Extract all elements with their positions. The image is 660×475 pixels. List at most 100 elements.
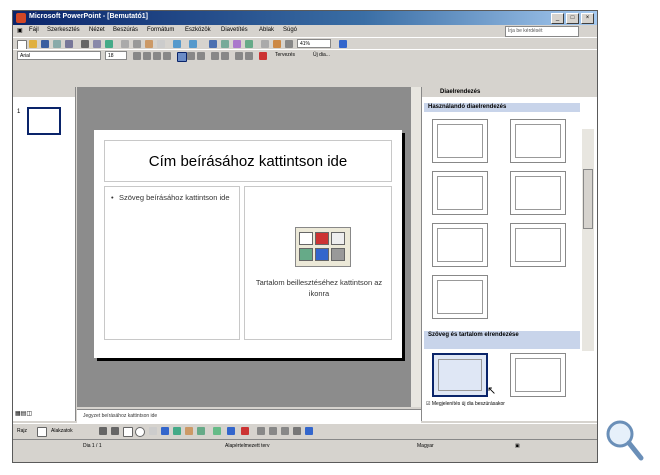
zoom-select[interactable]: 41% — [297, 39, 331, 48]
bold-icon[interactable] — [133, 52, 141, 60]
menu-doc-icon[interactable]: ▣ — [17, 27, 23, 34]
layout-text-content-selected[interactable] — [432, 353, 488, 397]
layout-two-content[interactable] — [510, 171, 566, 215]
draw-menu-button[interactable]: Rajz — [17, 428, 27, 434]
new-slide-button[interactable]: Új dia... — [313, 52, 330, 58]
save-icon[interactable] — [41, 40, 49, 48]
clipart-tool-icon[interactable] — [185, 427, 193, 435]
show-on-insert-checkbox[interactable]: ☑ Megjelenítés új dia beszúrásakor — [426, 401, 505, 407]
notes-pane[interactable]: Jegyzet beírásához kattintson ide — [77, 409, 421, 423]
menu-edit[interactable]: Szerkesztés — [47, 27, 80, 33]
email-icon[interactable] — [65, 40, 73, 48]
layout-title-four-content[interactable] — [432, 275, 488, 319]
view-buttons[interactable]: ▦▤◫ — [15, 410, 32, 417]
close-button[interactable]: × — [581, 13, 594, 24]
numbering-icon[interactable] — [211, 52, 219, 60]
shadow-icon[interactable] — [163, 52, 171, 60]
cut-icon[interactable] — [121, 40, 129, 48]
layout-title-content-2[interactable] — [432, 223, 488, 267]
print-icon[interactable] — [81, 40, 89, 48]
menu-help[interactable]: Súgó — [283, 27, 297, 33]
shadow-style-icon[interactable] — [293, 427, 301, 435]
task-pane-scrollbar[interactable] — [582, 129, 594, 351]
picture-tool-icon[interactable] — [197, 427, 205, 435]
line-color-icon[interactable] — [227, 427, 235, 435]
content-placeholder[interactable]: Tartalom beillesztéséhez kattintson az i… — [244, 186, 392, 340]
menu-tools[interactable]: Eszközök — [185, 27, 211, 33]
font-color-draw-icon[interactable] — [241, 427, 249, 435]
open-icon[interactable] — [29, 40, 37, 48]
text-placeholder[interactable]: • Szöveg beírásához kattintson ide — [104, 186, 240, 340]
dash-style-icon[interactable] — [269, 427, 277, 435]
arrow-style-icon[interactable] — [281, 427, 289, 435]
line-style-icon[interactable] — [257, 427, 265, 435]
expand-all-icon[interactable] — [261, 40, 269, 48]
fill-color-icon[interactable] — [213, 427, 221, 435]
layout-content-text[interactable] — [510, 353, 566, 397]
media-icon[interactable] — [331, 248, 345, 261]
oval-icon[interactable] — [135, 427, 145, 437]
layout-four-content[interactable] — [510, 223, 566, 267]
permission-icon[interactable] — [53, 40, 61, 48]
task-pane-title: Diaelrendezés — [422, 87, 597, 97]
copy-icon[interactable] — [133, 40, 141, 48]
rectangle-icon[interactable] — [123, 427, 133, 437]
textbox-icon[interactable] — [149, 427, 157, 435]
align-right-icon[interactable] — [197, 52, 205, 60]
italic-icon[interactable] — [143, 52, 151, 60]
bullet-icon: • — [111, 193, 114, 202]
layout-title-content[interactable] — [432, 171, 488, 215]
grayscale-icon[interactable] — [285, 40, 293, 48]
outline-tabs[interactable] — [13, 87, 75, 97]
wordart-icon[interactable] — [161, 427, 169, 435]
minimize-button[interactable]: _ — [551, 13, 564, 24]
slide-thumbnail[interactable] — [27, 107, 61, 135]
3d-style-icon[interactable] — [305, 427, 313, 435]
undo-icon[interactable] — [173, 40, 181, 48]
line-icon[interactable] — [99, 427, 107, 435]
show-formatting-icon[interactable] — [273, 40, 281, 48]
insert-chart-icon[interactable] — [209, 40, 217, 48]
picture-icon[interactable] — [299, 248, 313, 261]
diagram-tool-icon[interactable] — [173, 427, 181, 435]
decrease-font-icon[interactable] — [245, 52, 253, 60]
menu-insert[interactable]: Beszúrás — [113, 27, 138, 33]
underline-icon[interactable] — [153, 52, 161, 60]
insert-picture-icon[interactable] — [245, 40, 253, 48]
format-painter-icon[interactable] — [157, 40, 165, 48]
font-size-select[interactable]: 18 — [105, 51, 127, 60]
vertical-scrollbar[interactable] — [411, 87, 421, 407]
design-button[interactable]: Tervezés — [275, 52, 295, 58]
increase-font-icon[interactable] — [235, 52, 243, 60]
toolbar-filler — [13, 61, 597, 85]
menu-slideshow[interactable]: Diavetítés — [221, 27, 248, 33]
magnifier-icon[interactable] — [604, 418, 644, 466]
diagram-icon[interactable] — [315, 248, 329, 261]
insert-table-icon[interactable] — [221, 40, 229, 48]
tables-borders-icon[interactable] — [233, 40, 241, 48]
spelling-icon[interactable] — [105, 40, 113, 48]
bullets-icon[interactable] — [221, 52, 229, 60]
title-placeholder[interactable]: Cím beírásához kattintson ide — [104, 140, 392, 182]
maximize-button[interactable]: □ — [566, 13, 579, 24]
menu-view[interactable]: Nézet — [89, 27, 105, 33]
table-icon[interactable] — [299, 232, 313, 245]
clipart-icon[interactable] — [331, 232, 345, 245]
font-color-icon[interactable] — [259, 52, 267, 60]
redo-icon[interactable] — [189, 40, 197, 48]
help-icon[interactable] — [339, 40, 347, 48]
arrow-icon[interactable] — [111, 427, 119, 435]
help-search-input[interactable]: Írja be kérdését — [505, 26, 579, 37]
align-center-icon[interactable] — [187, 52, 195, 60]
paste-icon[interactable] — [145, 40, 153, 48]
print-preview-icon[interactable] — [93, 40, 101, 48]
menu-window[interactable]: Ablak — [259, 27, 274, 33]
font-select[interactable]: Arial — [17, 51, 101, 60]
menu-file[interactable]: Fájl — [29, 27, 39, 33]
layout-blank[interactable] — [432, 119, 488, 163]
chart-icon[interactable] — [315, 232, 329, 245]
select-pointer-icon[interactable] — [37, 427, 47, 437]
layout-content[interactable] — [510, 119, 566, 163]
menu-format[interactable]: Formátum — [147, 27, 174, 33]
autoshapes-button[interactable]: Alakzatok — [51, 428, 73, 434]
